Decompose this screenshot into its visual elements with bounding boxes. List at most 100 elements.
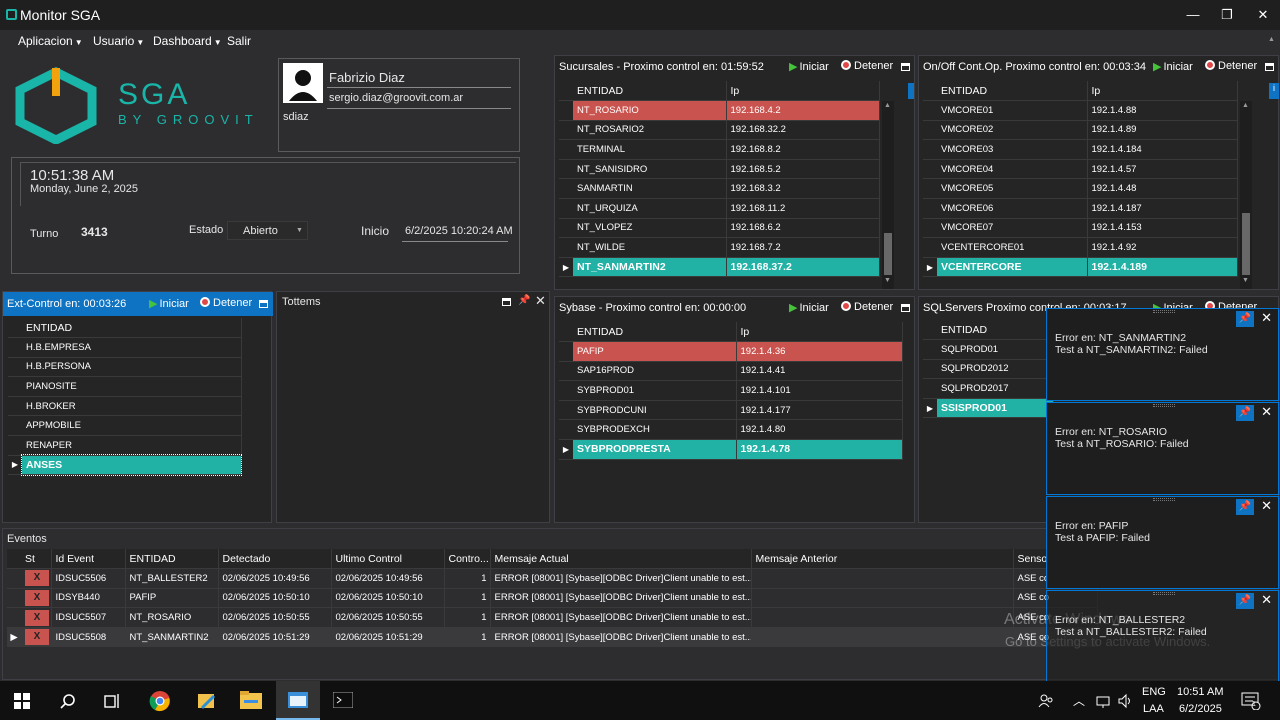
volume-icon[interactable] xyxy=(1117,693,1133,709)
snipping-tool-icon[interactable] xyxy=(196,690,218,712)
stop-button[interactable]: Detener xyxy=(841,301,893,313)
start-button[interactable]: ▶Iniciar xyxy=(789,301,829,314)
scrollbar-thumb[interactable] xyxy=(884,233,892,275)
pin-icon[interactable]: 📌 xyxy=(1236,499,1254,515)
stop-button[interactable]: Detener xyxy=(200,297,252,309)
notification-toast[interactable]: 📌 ✕ Error en: NT_ROSARIO Test a NT_ROSAR… xyxy=(1046,402,1279,495)
column-header[interactable]: ENTIDAD xyxy=(573,322,737,343)
start-button[interactable]: ▶Iniciar xyxy=(789,60,829,73)
maximize-panel-icon[interactable] xyxy=(901,304,910,312)
table-row[interactable]: ▶ ANSES xyxy=(8,454,242,476)
people-icon[interactable] xyxy=(1038,693,1054,709)
table-row[interactable]: SYBPRODEXCH 192.1.4.80 xyxy=(559,419,903,441)
table-row[interactable]: NT_WILDE 192.168.7.2 xyxy=(559,237,880,258)
table-row[interactable]: TERMINAL 192.168.8.2 xyxy=(559,139,880,160)
menu-aplicacion[interactable]: Aplicacion ▼ xyxy=(18,34,83,48)
close-notification-icon[interactable]: ✕ xyxy=(1261,310,1272,326)
column-header[interactable]: Ultimo Control xyxy=(331,549,445,570)
table-row[interactable]: NT_VLOPEZ 192.168.6.2 xyxy=(559,218,880,239)
column-header[interactable]: Contro... xyxy=(444,549,491,570)
table-row[interactable]: ▶ SYBPRODPRESTA 192.1.4.78 xyxy=(559,439,903,460)
taskbar-date[interactable]: 6/2/2025 xyxy=(1179,703,1222,715)
maximize-panel-icon[interactable] xyxy=(502,298,511,306)
table-row[interactable]: VMCORE03 192.1.4.184 xyxy=(923,139,1238,160)
column-header[interactable]: ENTIDAD xyxy=(937,81,1088,102)
pin-icon[interactable]: 📌 xyxy=(1236,405,1254,421)
pin-icon[interactable]: 📌 xyxy=(1236,593,1254,609)
column-header[interactable]: ENTIDAD xyxy=(573,81,727,102)
terminal-icon[interactable] xyxy=(333,692,353,708)
column-header[interactable]: Ip xyxy=(726,81,880,102)
close-notification-icon[interactable]: ✕ xyxy=(1261,592,1272,608)
estado-select[interactable]: Abierto ▼ xyxy=(227,221,308,240)
language-primary[interactable]: ENG xyxy=(1142,686,1166,698)
action-center-icon[interactable] xyxy=(1241,692,1261,710)
column-header[interactable]: Id Event xyxy=(51,549,126,570)
table-row[interactable]: SYBPROD01 192.1.4.101 xyxy=(559,380,903,401)
chevron-up-icon[interactable]: ︿ xyxy=(1073,692,1085,709)
close-button[interactable]: ✕ xyxy=(1246,0,1280,30)
maximize-panel-icon[interactable] xyxy=(259,300,268,308)
table-row[interactable]: H.B.EMPRESA xyxy=(8,337,242,358)
close-panel-icon[interactable]: ✕ xyxy=(535,293,546,309)
column-header[interactable]: Ip xyxy=(1087,81,1238,102)
chrome-icon[interactable] xyxy=(149,690,171,712)
table-row[interactable]: VMCORE01 192.1.4.88 xyxy=(923,100,1238,121)
table-row[interactable]: ▶ NT_SANMARTIN2 192.168.37.2 xyxy=(559,257,880,278)
column-header[interactable]: ENTIDAD xyxy=(937,320,1054,341)
table-row[interactable]: X IDSUC5507 NT_ROSARIO 02/06/2025 10:50:55 0… xyxy=(7,607,1098,628)
menu-dashboard[interactable]: Dashboard ▼ xyxy=(153,34,222,48)
column-header[interactable]: ENTIDAD xyxy=(22,318,242,339)
table-row[interactable]: VMCORE04 192.1.4.57 xyxy=(923,159,1238,180)
column-header[interactable]: Memsaje Anterior xyxy=(751,549,1014,570)
table-row[interactable]: NT_ROSARIO2 192.168.32.2 xyxy=(559,120,880,141)
menu-salir[interactable]: Salir xyxy=(227,34,251,48)
table-row[interactable]: RENAPER xyxy=(8,435,242,456)
table-row[interactable]: SAP16PROD 192.1.4.41 xyxy=(559,361,903,382)
column-header[interactable]: Detectado xyxy=(218,549,332,570)
maximize-panel-icon[interactable] xyxy=(901,63,910,71)
scrollbar[interactable]: ▲ ▼ xyxy=(882,101,894,289)
column-header[interactable]: Ip xyxy=(736,322,903,343)
table-row[interactable]: VMCORE06 192.1.4.187 xyxy=(923,198,1238,219)
maximize-button[interactable]: ❐ xyxy=(1210,0,1244,30)
maximize-panel-icon[interactable] xyxy=(1265,63,1274,71)
stop-button[interactable]: Detener xyxy=(841,60,893,72)
table-row[interactable]: NT_SANISIDRO 192.168.5.2 xyxy=(559,159,880,180)
taskbar-app-active[interactable] xyxy=(276,681,320,720)
table-row[interactable]: SYBPRODCUNI 192.1.4.177 xyxy=(559,400,903,421)
close-notification-icon[interactable]: ✕ xyxy=(1261,404,1272,420)
notification-toast[interactable]: 📌 ✕ Error en: PAFIP Test a PAFIP: Failed xyxy=(1046,496,1279,589)
table-row[interactable]: ▶ X IDSUC5508 NT_SANMARTIN2 02/06/2025 10:51… xyxy=(7,627,1098,648)
table-row[interactable]: APPMOBILE xyxy=(8,415,242,437)
table-row[interactable]: SQLPROD2012 xyxy=(923,359,1054,380)
column-header[interactable]: St xyxy=(21,549,52,570)
notification-toast[interactable]: 📌 ✕ Error en: NT_SANMARTIN2 Test a NT_SA… xyxy=(1046,308,1279,401)
stop-button[interactable]: Detener xyxy=(1205,60,1257,72)
table-row[interactable]: X IDSYB440 PAFIP 02/06/2025 10:50:10 02/06/2… xyxy=(7,588,1098,609)
taskbar-time[interactable]: 10:51 AM xyxy=(1177,686,1223,698)
menu-overflow-icon[interactable]: ▲ xyxy=(1268,36,1275,43)
pin-icon[interactable]: 📌 xyxy=(518,295,530,306)
minimize-button[interactable]: — xyxy=(1176,0,1210,30)
menu-usuario[interactable]: Usuario ▼ xyxy=(93,34,144,48)
task-view-icon[interactable] xyxy=(104,693,122,709)
column-header[interactable]: ENTIDAD xyxy=(125,549,219,570)
table-row[interactable]: VMCORE07 192.1.4.153 xyxy=(923,218,1238,239)
table-row[interactable]: H.BROKER xyxy=(8,396,242,417)
table-row[interactable]: PAFIP 192.1.4.36 xyxy=(559,341,903,362)
table-row[interactable]: NT_URQUIZA 192.168.11.2 xyxy=(559,198,880,219)
close-notification-icon[interactable]: ✕ xyxy=(1261,498,1272,514)
table-row[interactable]: SANMARTIN 192.168.3.2 xyxy=(559,178,880,200)
notification-toast[interactable]: 📌 ✕ Error en: NT_BALLESTER2 Test a NT_BA… xyxy=(1046,590,1279,683)
info-icon[interactable]: i xyxy=(1269,83,1279,99)
search-icon[interactable] xyxy=(60,693,76,709)
table-row[interactable]: VMCORE02 192.1.4.89 xyxy=(923,120,1238,141)
network-icon[interactable] xyxy=(1095,693,1111,709)
table-row[interactable]: H.B.PERSONA xyxy=(8,357,242,378)
windows-start-icon[interactable] xyxy=(14,693,30,709)
scrollbar-thumb[interactable] xyxy=(1242,213,1250,275)
column-header[interactable]: Memsaje Actual xyxy=(490,549,752,570)
start-button[interactable]: ▶Iniciar xyxy=(1153,60,1193,73)
table-row[interactable]: ▶ SSISPROD01 xyxy=(923,398,1054,419)
